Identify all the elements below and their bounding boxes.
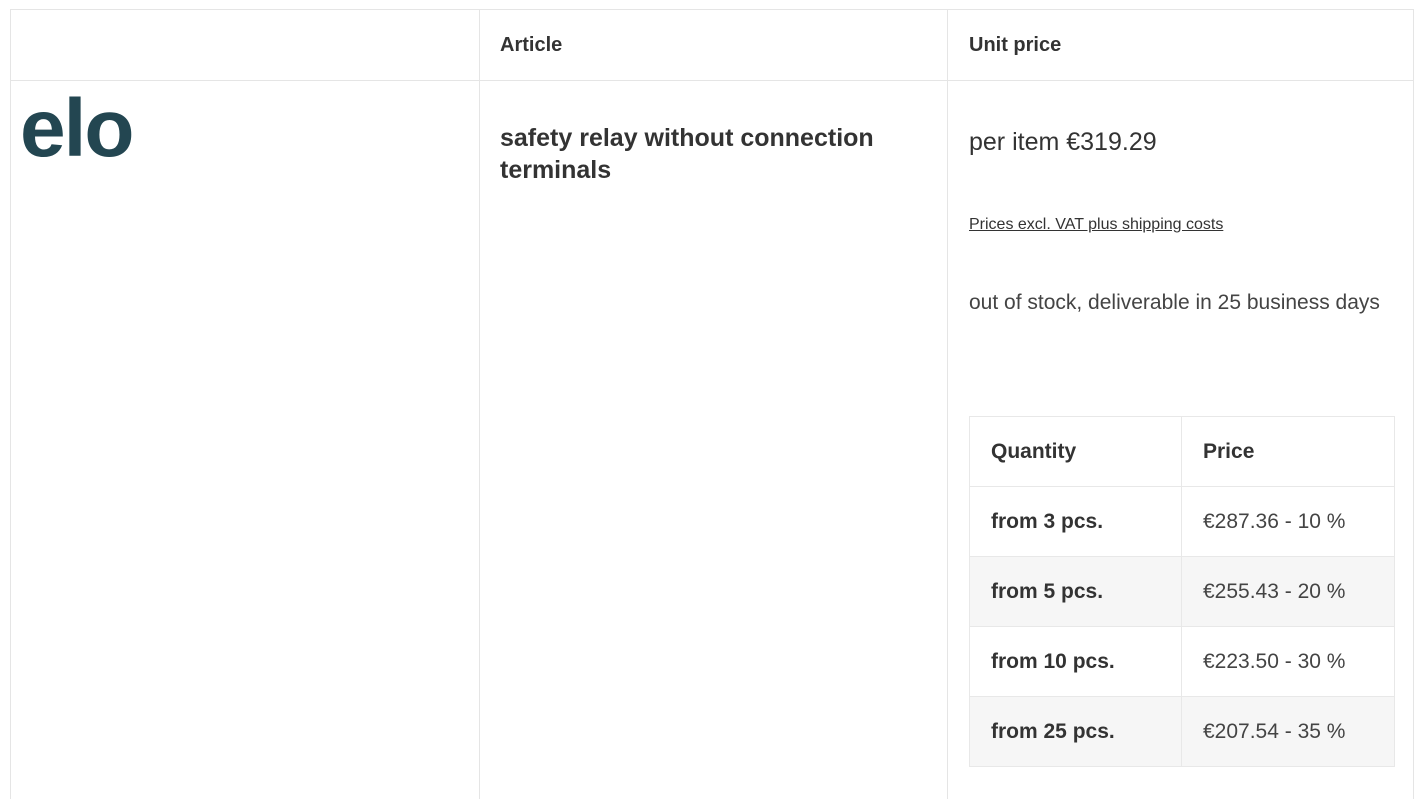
- quantity-header: Quantity: [969, 416, 1182, 487]
- brand-logo[interactable]: elo: [20, 88, 134, 170]
- tier-quantity: from 5 pcs.: [969, 556, 1182, 627]
- tier-quantity: from 10 pcs.: [969, 626, 1182, 697]
- price-header: Price: [1181, 416, 1395, 487]
- header-cell-image: [10, 10, 478, 80]
- product-name[interactable]: safety relay without connection terminal…: [500, 122, 940, 186]
- tier-price: €223.50 - 30 %: [1181, 626, 1395, 697]
- tier-quantity: from 3 pcs.: [969, 486, 1182, 557]
- header-unit-price: Unit price: [969, 34, 1062, 56]
- price-tier-row: from 10 pcs. €223.50 - 30 %: [969, 626, 1395, 697]
- unit-price: per item €319.29: [969, 128, 1157, 156]
- tier-price: €207.54 - 35 %: [1181, 696, 1395, 767]
- tier-quantity: from 25 pcs.: [969, 696, 1182, 767]
- price-tier-row: from 5 pcs. €255.43 - 20 %: [969, 556, 1395, 627]
- column-divider: [947, 10, 948, 799]
- header-article: Article: [500, 34, 563, 56]
- tier-price: €287.36 - 10 %: [1181, 486, 1395, 557]
- stock-status: out of stock, deliverable in 25 business…: [969, 291, 1380, 314]
- price-tier-row: from 3 pcs. €287.36 - 10 %: [969, 486, 1395, 557]
- price-tier-header-row: Quantity Price: [969, 416, 1395, 487]
- column-divider: [479, 10, 480, 799]
- tier-price: €255.43 - 20 %: [1181, 556, 1395, 627]
- header-divider: [11, 80, 1413, 81]
- price-tier-row: from 25 pcs. €207.54 - 35 %: [969, 696, 1395, 767]
- price-tier-table: Quantity Price from 3 pcs. €287.36 - 10 …: [969, 416, 1395, 767]
- vat-shipping-link[interactable]: Prices excl. VAT plus shipping costs: [969, 216, 1223, 234]
